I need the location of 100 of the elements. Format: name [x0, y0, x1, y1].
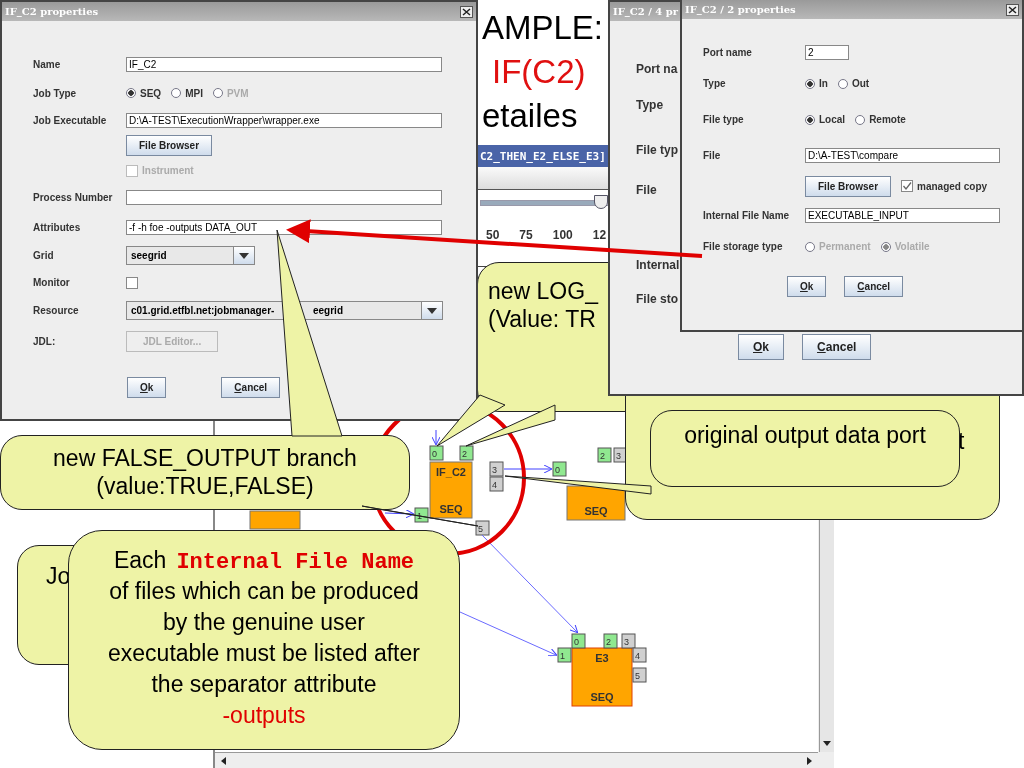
- dropdown[interactable]: seegrid: [126, 246, 255, 265]
- callout-text: Each Internal File Name: [113, 546, 415, 576]
- slider-thumb[interactable]: [593, 195, 608, 209]
- editor-button[interactable]: File Browser: [126, 135, 213, 156]
- callout-text: (value:TRUE,FALSE): [96, 472, 314, 500]
- dialog-button[interactable]: Ok: [127, 377, 167, 398]
- connector: [503, 464, 553, 474]
- job-node[interactable]: IF_C2 SEQ: [429, 461, 473, 519]
- input-field[interactable]: -f -h foe -outputs DATA_OUT: [126, 219, 442, 235]
- window-title: C2_THEN_E2_ELSE_E3]: [480, 149, 606, 163]
- port[interactable]: 4: [632, 647, 647, 663]
- job-node[interactable]: E3 SEQ: [571, 647, 633, 707]
- radio-option[interactable]: SEQ: [126, 87, 162, 99]
- field-label: Port name: [703, 45, 752, 60]
- field-label: Port na: [636, 62, 678, 76]
- field-label: Type: [703, 77, 726, 91]
- port[interactable]: 5: [632, 667, 647, 683]
- port[interactable]: 0: [571, 633, 586, 649]
- caret-icon: [427, 307, 437, 314]
- input-field[interactable]: [126, 190, 442, 205]
- input-field[interactable]: IF_C2: [126, 56, 442, 72]
- field-label: JDL:: [33, 334, 56, 349]
- dialog-button[interactable]: Cancel: [221, 377, 281, 398]
- tick-label: 50: [486, 228, 500, 242]
- connector: [431, 429, 441, 446]
- port[interactable]: 5: [475, 520, 490, 536]
- field-label: Internal: [636, 258, 680, 272]
- callout-text: original output data port: [684, 421, 926, 449]
- scroll-right-icon[interactable]: [804, 755, 814, 766]
- dialog-button[interactable]: Cancel: [844, 276, 904, 297]
- port[interactable]: 2: [603, 633, 618, 649]
- tick-label: 12: [592, 228, 607, 242]
- checkbox[interactable]: [126, 276, 138, 289]
- input-field[interactable]: EXECUTABLE_INPUT: [805, 207, 1000, 223]
- field-label: Attributes: [33, 220, 81, 235]
- port[interactable]: 3: [489, 461, 504, 477]
- radio-option[interactable]: Local: [805, 114, 846, 125]
- dialog-button[interactable]: Ok: [738, 334, 785, 360]
- port[interactable]: 0: [429, 445, 444, 461]
- field-label: Job Type: [33, 86, 77, 101]
- port[interactable]: 1: [557, 647, 572, 663]
- horizontal-scrollbar[interactable]: [215, 752, 818, 768]
- slide-title: etailes: [482, 96, 578, 136]
- close-button[interactable]: [1006, 3, 1019, 16]
- port[interactable]: 0: [552, 461, 567, 477]
- field-label: Name: [33, 57, 61, 72]
- callout-text: the separator attribute: [151, 670, 377, 699]
- callout-text: new LOG_: [488, 277, 598, 305]
- field-label: File: [703, 149, 721, 163]
- job-node[interactable]: [249, 510, 301, 530]
- tick-box-icon: [126, 164, 138, 177]
- port[interactable]: 3: [621, 633, 636, 649]
- callout-text: by the genuine user: [162, 608, 365, 637]
- field-label: File storage type: [703, 240, 783, 254]
- radio-option[interactable]: Remote: [855, 114, 906, 125]
- connector: [384, 509, 415, 519]
- slide-title: AMPLE:: [482, 8, 604, 48]
- scroll-down-icon[interactable]: [822, 738, 832, 748]
- field-label: Process Number: [33, 191, 113, 205]
- port[interactable]: 2: [597, 447, 612, 463]
- callout-text: executable must be listed after: [108, 639, 420, 668]
- input-field[interactable]: 2: [805, 44, 849, 60]
- callout-text: -outputs: [222, 701, 306, 730]
- dialog-title: IF_C2 / 4 pr: [613, 6, 678, 17]
- field-label: Job Executable: [33, 113, 107, 128]
- radio-option[interactable]: In: [805, 78, 828, 89]
- field-label: Monitor: [33, 276, 70, 290]
- callout-text: new FALSE_OUTPUT branch: [53, 444, 357, 472]
- file-browser-button[interactable]: File Browser: [805, 175, 892, 197]
- port[interactable]: 2: [459, 445, 474, 461]
- input-field[interactable]: D:\A-TEST\compare: [805, 148, 1000, 163]
- input-field[interactable]: D:\A-TEST\ExecutionWrapper\wrapper.exe: [126, 112, 442, 128]
- field-label: File typ: [636, 143, 678, 157]
- dialog-button[interactable]: Ok: [787, 276, 827, 297]
- tick-box-icon: [901, 180, 914, 192]
- checkbox-option[interactable]: managed copy: [901, 180, 988, 192]
- callout-text: (Value: TR: [488, 305, 596, 333]
- dropdown[interactable]: c01.grid.etfbl.net:jobmanager- eegrid: [126, 301, 443, 320]
- field-label: Type: [636, 98, 664, 112]
- caret-icon: [239, 252, 249, 259]
- port[interactable]: 1: [414, 507, 429, 523]
- port[interactable]: 4: [489, 476, 504, 492]
- field-label: Grid: [33, 249, 54, 263]
- field-label: Resource: [33, 304, 79, 318]
- slide-title: IF(C2): [492, 52, 586, 92]
- tick-box-icon: [126, 276, 138, 289]
- field-label: File type: [703, 113, 744, 127]
- tick-label: 100: [552, 228, 573, 242]
- dialog-button[interactable]: Cancel: [802, 334, 872, 360]
- field-label: File: [636, 183, 657, 197]
- field-label: File sto: [636, 292, 678, 306]
- radio-option[interactable]: Out: [837, 78, 870, 89]
- tick-label: 75: [519, 228, 533, 242]
- job-node[interactable]: SEQ: [566, 485, 626, 521]
- scroll-left-icon[interactable]: [219, 755, 229, 766]
- dialog-title: IF_C2 / 2 properties: [685, 4, 796, 15]
- close-button[interactable]: [460, 5, 473, 18]
- dialog-title: IF_C2 properties: [5, 6, 99, 17]
- radio-option[interactable]: MPI: [171, 87, 203, 99]
- callout-text: of files which can be produced: [109, 577, 419, 606]
